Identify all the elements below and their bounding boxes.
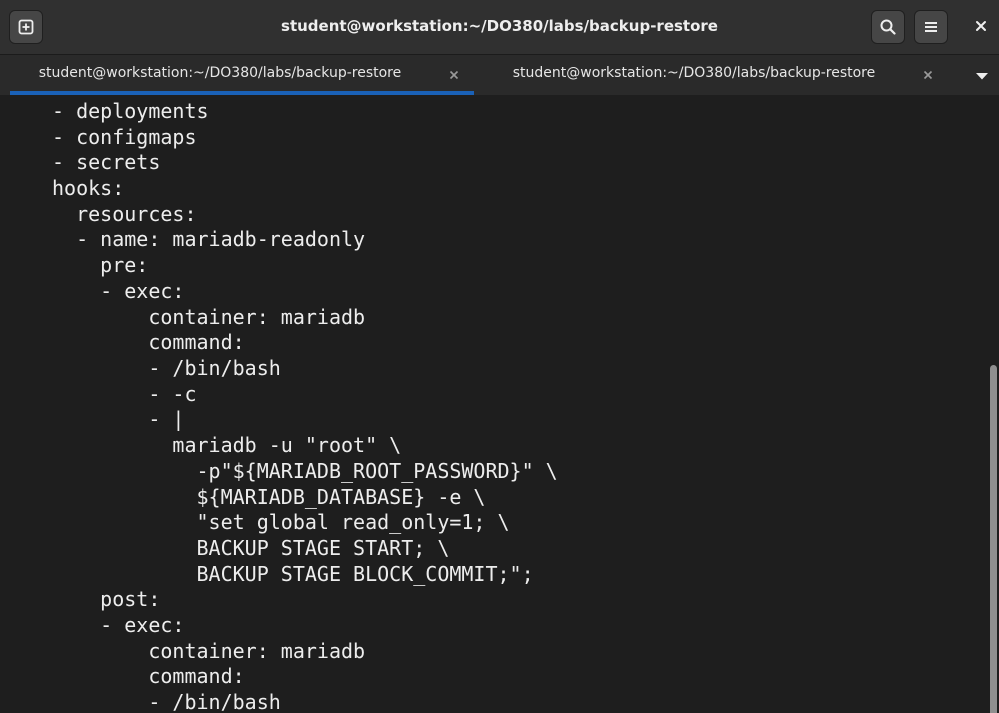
terminal-line: BACKUP STAGE START; \ [52,536,450,560]
tab-inactive[interactable]: student@workstation:~/DO380/labs/backup-… [484,55,948,95]
terminal-line: container: mariadb [52,305,366,329]
terminal-line: -p"${MARIADB_ROOT_PASSWORD}" \ [52,459,558,483]
close-window-button[interactable] [964,10,998,44]
terminal-line: resources: [52,202,197,226]
terminal-line: - exec: [52,613,185,637]
terminal-scrollbar[interactable] [987,95,999,713]
tab-list-dropdown[interactable] [970,63,994,87]
terminal-line: - secrets [52,150,161,174]
terminal-line: - exec: [52,279,185,303]
terminal-output[interactable]: - deployments - configmaps - secrets hoo… [0,95,987,713]
search-icon [879,18,897,36]
window-title: student@workstation:~/DO380/labs/backup-… [281,17,718,35]
terminal-line: mariadb -u "root" \ [52,433,402,457]
terminal-line: "set global read_only=1; \ [52,510,510,534]
hamburger-menu-icon [923,19,939,35]
close-icon [449,70,459,80]
terminal-line: command: [52,330,245,354]
terminal-line: command: [52,664,245,688]
scrollbar-thumb[interactable] [990,365,997,713]
terminal-line: - /bin/bash [52,690,281,713]
terminal-line: - /bin/bash [52,356,281,380]
terminal-line: post: [52,587,161,611]
tab-label: student@workstation:~/DO380/labs/backup-… [512,65,876,81]
terminal-line: BACKUP STAGE BLOCK_COMMIT;"; [52,562,534,586]
tab-close-button[interactable] [916,63,940,87]
close-icon [974,18,988,37]
terminal-line: ${MARIADB_DATABASE} -e \ [52,485,486,509]
terminal-line: - | [52,407,185,431]
terminal-line: - name: mariadb-readonly [52,227,366,251]
terminal-line: - -c [52,382,197,406]
header-bar: student@workstation:~/DO380/labs/backup-… [0,0,999,55]
terminal-line: hooks: [52,176,125,200]
terminal-line: - deployments [52,99,209,123]
terminal-line: pre: [52,253,149,277]
close-icon [923,70,933,80]
chevron-down-icon [975,66,989,85]
terminal-line: - configmaps [52,125,197,149]
menu-button[interactable] [914,10,948,44]
terminal-line: container: mariadb [52,639,366,663]
tab-active[interactable]: student@workstation:~/DO380/labs/backup-… [10,55,474,95]
terminal-window: student@workstation:~/DO380/labs/backup-… [0,0,999,713]
tab-close-button[interactable] [442,63,466,87]
search-button[interactable] [871,10,905,44]
tab-bar: student@workstation:~/DO380/labs/backup-… [0,55,999,95]
tab-label: student@workstation:~/DO380/labs/backup-… [38,65,402,81]
